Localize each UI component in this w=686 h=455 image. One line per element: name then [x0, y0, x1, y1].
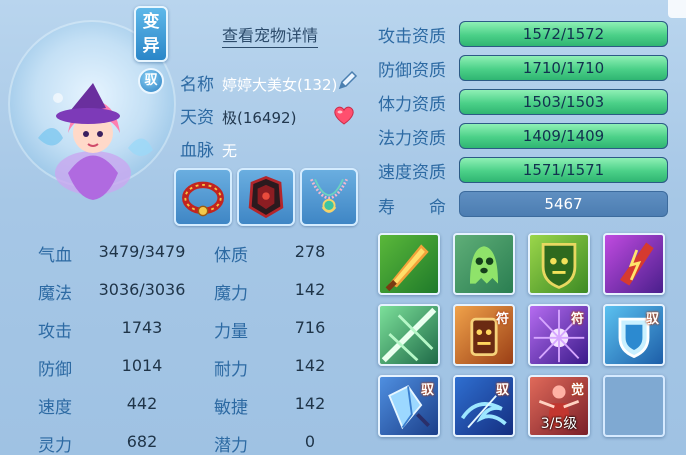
aptitude-bar-attack: 1572/1572	[459, 21, 668, 47]
skill-tag-9: 驭	[420, 383, 434, 398]
variant-badge: 变 异	[134, 6, 168, 62]
equipment-slot-armor[interactable]	[237, 168, 295, 226]
stat-label-attack: 攻击	[38, 322, 72, 342]
skill-slot-1[interactable]	[378, 233, 440, 295]
attr-label-agility: 敏捷	[214, 398, 248, 418]
attr-label-endurance: 耐力	[214, 360, 248, 380]
attr-value-potential: 0	[304, 432, 316, 451]
lifespan-value: 5467	[459, 191, 668, 217]
aptitude-bar-mana: 1409/1409	[459, 123, 668, 149]
stat-value-hp: 3479/3479	[98, 242, 186, 261]
skill-slot-9[interactable]: 驭	[378, 375, 440, 437]
tame-badge: 驭	[138, 68, 164, 94]
aptitude-label-speed: 速度资质	[378, 163, 446, 183]
variant-badge-char-2: 异	[142, 36, 160, 56]
corner-marker	[668, 0, 686, 18]
skill-slot-5[interactable]	[378, 304, 440, 366]
skill-slot-empty	[603, 375, 665, 437]
stat-label-speed: 速度	[38, 398, 72, 418]
pet-name-value: 婷婷大美女(132)	[222, 76, 338, 94]
lifespan-label: 寿 命	[378, 198, 446, 218]
aptitude-value-stamina: 1503/1503	[522, 93, 605, 111]
skill-slot-11[interactable]: 觉 3/5级	[528, 375, 590, 437]
attr-label-magic: 魔力	[214, 284, 248, 304]
skill-slot-10[interactable]: 驭	[453, 375, 515, 437]
pet-name-row: 名称 婷婷大美女(132)	[180, 70, 337, 95]
edit-name-icon[interactable]	[336, 68, 360, 92]
pet-bloodline-value: 无	[222, 142, 238, 160]
aptitude-bar-defense: 1710/1710	[459, 55, 668, 81]
ghost-skill-icon	[469, 246, 499, 284]
attr-value-magic: 142	[294, 280, 326, 299]
skill-slot-2[interactable]	[453, 233, 515, 295]
armor-icon	[248, 175, 284, 219]
slash-burst-skill-icon	[381, 307, 437, 363]
skill-tag-11: 觉	[570, 383, 584, 398]
view-pet-details-link[interactable]: 查看宠物详情	[222, 22, 319, 48]
aptitude-label-attack: 攻击资质	[378, 27, 446, 47]
aptitude-value-defense: 1710/1710	[522, 59, 605, 77]
aptitude-label-mana: 法力资质	[378, 129, 446, 149]
stat-value-speed: 442	[126, 394, 158, 413]
heart-icon[interactable]	[332, 104, 356, 126]
aptitude-bar-speed: 1571/1571	[459, 157, 668, 183]
pet-bloodline-row: 血脉无	[180, 136, 237, 161]
aptitude-value-attack: 1572/1572	[522, 25, 605, 43]
skill-slot-8[interactable]: 驭	[603, 304, 665, 366]
sword-fire-skill-icon	[385, 244, 429, 292]
skill-slot-7[interactable]: 符	[528, 304, 590, 366]
collar-icon	[182, 181, 224, 217]
equipment-slot-collar[interactable]	[174, 168, 232, 226]
equipment-slot-necklace[interactable]	[300, 168, 358, 226]
aptitude-value-speed: 1571/1571	[522, 161, 605, 179]
skill-tag-6: 符	[495, 312, 509, 327]
aptitude-value-mana: 1409/1409	[522, 127, 605, 145]
variant-badge-char-1: 变	[142, 12, 160, 32]
aptitude-bar-stamina: 1503/1503	[459, 89, 668, 115]
aptitude-label-stamina: 体力资质	[378, 95, 446, 115]
pet-aptitude-label: 天资	[180, 108, 214, 128]
stat-value-mp: 3036/3036	[98, 280, 186, 299]
pet-figure-icon	[38, 83, 153, 200]
attr-value-endurance: 142	[294, 356, 326, 375]
skill-slot-4[interactable]	[603, 233, 665, 295]
pet-aptitude-row: 天资 极(16492)	[180, 103, 296, 128]
skill-tag-7: 符	[570, 312, 584, 327]
skill-level-11: 3/5级	[540, 416, 578, 432]
attr-value-constitution: 278	[294, 242, 326, 261]
stat-value-defense: 1014	[121, 356, 163, 375]
attr-label-strength: 力量	[214, 322, 248, 342]
shield-beast-skill-icon	[541, 242, 577, 289]
attr-value-agility: 142	[294, 394, 326, 413]
attr-value-strength: 716	[294, 318, 326, 337]
stat-label-mp: 魔法	[38, 284, 72, 304]
pet-bloodline-label: 血脉	[180, 141, 214, 161]
aptitude-label-defense: 防御资质	[378, 61, 446, 81]
stat-label-spirit: 灵力	[38, 436, 72, 455]
stat-value-spirit: 682	[126, 432, 158, 451]
necklace-icon	[310, 178, 348, 213]
skill-tag-8: 驭	[645, 312, 659, 327]
pet-detail-panel: 变 异 驭 查看宠物详情 名称 婷婷大美女(132) 天资 极(16492) 血脉无	[0, 0, 686, 455]
attr-label-constitution: 体质	[214, 246, 248, 266]
lightning-skill-icon	[619, 242, 654, 286]
stat-label-defense: 防御	[38, 360, 72, 380]
pet-name-label: 名称	[180, 75, 214, 95]
attr-label-potential: 潜力	[214, 436, 248, 455]
stat-value-attack: 1743	[121, 318, 163, 337]
stat-label-hp: 气血	[38, 246, 72, 266]
pet-aptitude-value: 极(16492)	[222, 109, 297, 127]
skill-slot-3[interactable]	[528, 233, 590, 295]
skill-slot-6[interactable]: 符	[453, 304, 515, 366]
skill-tag-10: 驭	[495, 383, 509, 398]
